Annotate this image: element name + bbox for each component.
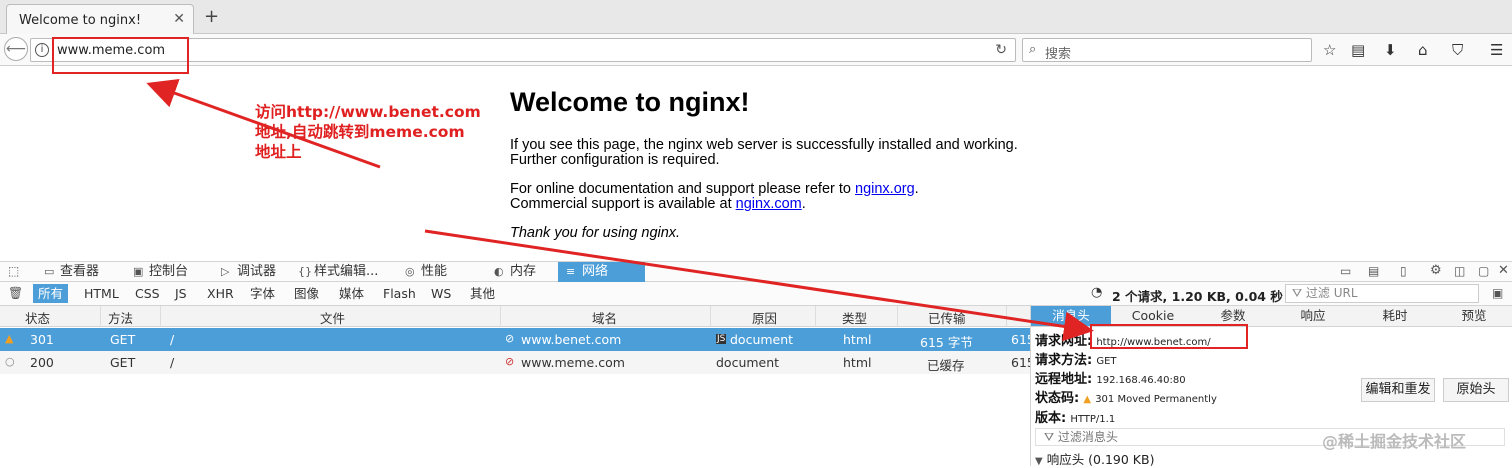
- annotation-arrows: [146, 79, 1094, 342]
- arrow-to-url: [146, 79, 381, 169]
- watermark: @稀土掘金技术社区: [1322, 432, 1467, 451]
- arrow-to-request-url: [424, 229, 1094, 342]
